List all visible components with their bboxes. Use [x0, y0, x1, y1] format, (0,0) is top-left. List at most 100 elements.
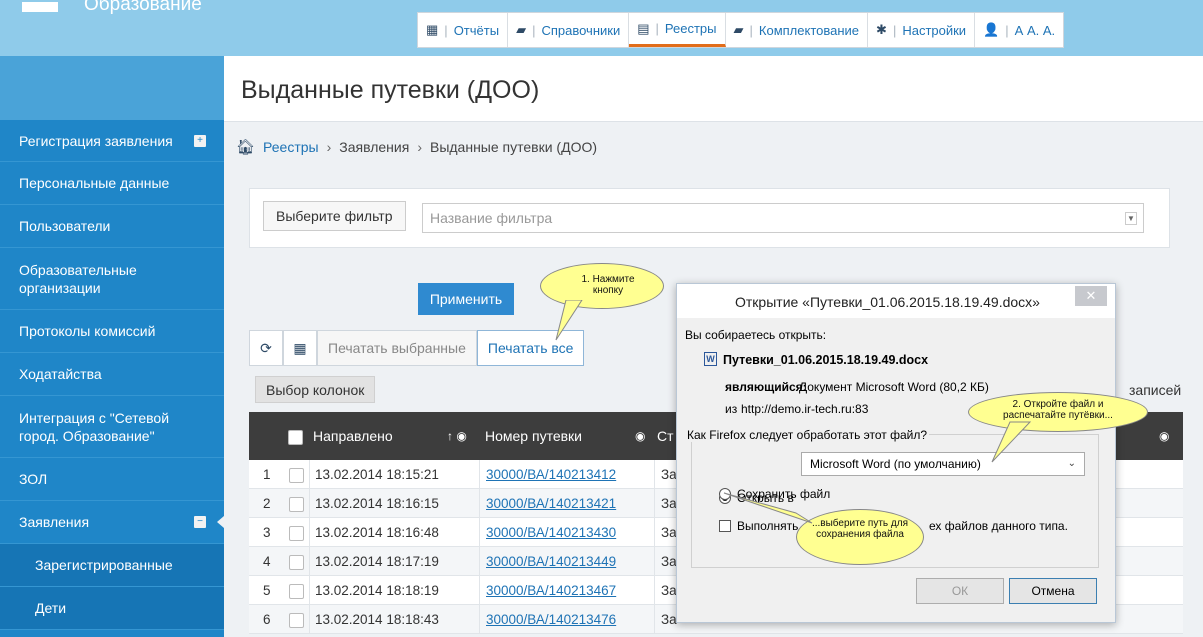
refresh-icon[interactable]: ⟳ — [249, 330, 283, 366]
breadcrumb-registries[interactable]: Реестры — [263, 139, 319, 155]
breadcrumb-current: Выданные путевки (ДОО) — [429, 139, 598, 155]
sidebar-item-protocols[interactable]: Протоколы комиссий — [0, 310, 224, 353]
reports-icon: ▦ — [426, 22, 439, 37]
sort-asc-icon[interactable]: ↑ ◉ — [447, 412, 467, 460]
apply-button[interactable]: Применить — [418, 283, 514, 315]
row-number: 1 — [263, 467, 271, 482]
row-number: 5 — [263, 583, 271, 598]
row-status: За — [661, 467, 677, 482]
row-number-link[interactable]: 30000/ВА/140213412 — [486, 460, 616, 489]
row-date: 13.02.2014 18:15:21 — [315, 467, 439, 482]
row-number-link[interactable]: 30000/ВА/140213421 — [486, 489, 616, 518]
columns-button[interactable]: Выбор колонок — [255, 376, 376, 403]
row-number-link[interactable]: 30000/ВА/140213449 — [486, 547, 616, 576]
header-sent[interactable]: Направлено — [313, 412, 393, 460]
logo-text: Образование — [84, 0, 202, 15]
user-icon: 👤 — [983, 22, 1000, 37]
hide-column-icon[interactable]: ◉ — [635, 412, 645, 460]
table-toolbar: ⟳ ▦ Печатать выбранные Печатать все — [249, 330, 585, 366]
row-checkbox[interactable] — [289, 583, 304, 599]
print-selected-button[interactable]: Печатать выбранные — [317, 330, 477, 366]
ok-button[interactable]: ОК — [916, 578, 1004, 604]
row-checkbox[interactable] — [289, 525, 304, 541]
records-label: записей — [1129, 382, 1182, 398]
page-title: Выданные путевки (ДОО) — [241, 76, 540, 104]
breadcrumb-applications: Заявления — [339, 139, 410, 155]
tab-reports[interactable]: ▦ | Отчёты — [418, 13, 509, 47]
filter-select[interactable]: Название фильтра ▼ — [422, 203, 1144, 233]
row-date: 13.02.2014 18:18:43 — [315, 612, 439, 627]
row-checkbox[interactable] — [289, 612, 304, 628]
book-icon: ▰ — [733, 22, 744, 37]
top-tabs: ▦ | Отчёты ▰ | Справочники ▤ | Реестры ▰ | Компл… — [417, 12, 1065, 48]
row-number: 4 — [263, 554, 271, 569]
sidebar-item-label: Регистрация заявления — [19, 132, 173, 149]
tab-staffing[interactable]: ▰ | Комплектование — [726, 13, 869, 47]
sidebar: Регистрация заявления + Персональные дан… — [0, 56, 224, 637]
select-all-checkbox[interactable] — [288, 412, 303, 460]
chevron-down-icon: ⌄ — [1067, 458, 1076, 469]
close-icon[interactable]: ✕ — [1075, 286, 1107, 306]
sidebar-item-label: Заявления — [19, 514, 90, 530]
row-status: За — [661, 525, 677, 540]
sidebar-item-label: Дети — [35, 600, 67, 616]
file-type-label: являющийся: — [725, 380, 807, 394]
dialog-filename: Путевки_01.06.2015.18.19.49.docx — [723, 353, 929, 367]
row-status: За — [661, 583, 677, 598]
row-status: За — [661, 496, 677, 511]
tab-registries[interactable]: ▤ | Реестры — [629, 13, 726, 47]
book-icon: ▰ — [516, 22, 527, 37]
row-checkbox[interactable] — [289, 467, 304, 483]
row-date: 13.02.2014 18:16:15 — [315, 496, 439, 511]
sidebar-item-applications[interactable]: Заявления − — [0, 501, 224, 544]
tab-user[interactable]: 👤 | А А. А. — [975, 13, 1063, 47]
tab-label: Справочники — [541, 22, 621, 38]
sidebar-item-organizations[interactable]: Образовательные организации — [0, 248, 224, 310]
sidebar-item-registration[interactable]: Регистрация заявления + — [0, 120, 224, 162]
application-select[interactable]: Microsoft Word (по умолчанию) ⌄ — [801, 452, 1085, 476]
expand-icon[interactable]: + — [194, 134, 206, 147]
home-icon[interactable]: 🏠︎ — [236, 138, 255, 156]
file-from-value: http://demo.ir-tech.ru:83 — [741, 402, 869, 416]
row-checkbox[interactable] — [289, 554, 304, 570]
collapse-icon[interactable]: − — [194, 516, 206, 528]
dialog-body: Вы собираетесь открыть: W Путевки_01.06.… — [677, 318, 1117, 624]
active-indicator — [217, 516, 224, 528]
file-from-label: из — [725, 402, 738, 416]
tab-label: Комплектование — [758, 22, 860, 38]
row-date: 13.02.2014 18:16:48 — [315, 525, 439, 540]
tab-label: Отчёты — [453, 22, 500, 38]
action-question: Как Firefox следует обработать этот файл… — [685, 428, 930, 442]
filter-panel: Выберите фильтр Название фильтра ▼ — [249, 188, 1170, 248]
sidebar-item-personal-data[interactable]: Персональные данные — [0, 162, 224, 205]
word-document-icon: W — [704, 352, 717, 366]
grid-icon[interactable]: ▦ — [283, 330, 317, 366]
row-number-link[interactable]: 30000/ВА/140213476 — [486, 605, 616, 634]
tab-directories[interactable]: ▰ | Справочники — [508, 13, 630, 47]
sidebar-item-children[interactable]: Дети — [0, 587, 224, 630]
row-number-link[interactable]: 30000/ВА/140213467 — [486, 576, 616, 605]
sidebar-item-label: Ходатайства — [19, 366, 102, 382]
hide-column-icon[interactable]: ◉ — [1159, 412, 1169, 460]
header-status[interactable]: Ст — [657, 412, 674, 460]
sidebar-item-zol[interactable]: ЗОЛ — [0, 458, 224, 501]
row-number: 3 — [263, 525, 271, 540]
filter-label: Выберите фильтр — [263, 201, 406, 231]
sidebar-item-label: Протоколы комиссий — [19, 323, 156, 339]
sidebar-item-integration[interactable]: Интеграция с "Сетевой город. Образование… — [0, 396, 224, 458]
registry-icon: ▤ — [637, 20, 650, 36]
auto-action-suffix: ех файлов данного типа. — [929, 519, 1068, 533]
sidebar-item-petitions[interactable]: Ходатайства — [0, 353, 224, 396]
cancel-button[interactable]: Отмена — [1009, 578, 1097, 604]
callout-step2-pointer — [991, 421, 1032, 463]
dialog-header: Открытие «Путевки_01.06.2015.18.19.49.do… — [677, 284, 1115, 318]
sidebar-item-registered[interactable]: Зарегистрированные — [0, 544, 224, 587]
header-number[interactable]: Номер путевки — [485, 412, 582, 460]
row-checkbox[interactable] — [289, 496, 304, 512]
row-number-link[interactable]: 30000/ВА/140213430 — [486, 518, 616, 547]
sidebar-item-users[interactable]: Пользователи — [0, 205, 224, 248]
tab-label: А А. А. — [1014, 22, 1056, 38]
breadcrumb-separator: › — [417, 139, 422, 155]
title-bar: Выданные путевки (ДОО) — [224, 56, 1203, 122]
tab-settings[interactable]: ✱ | Настройки — [868, 13, 976, 47]
